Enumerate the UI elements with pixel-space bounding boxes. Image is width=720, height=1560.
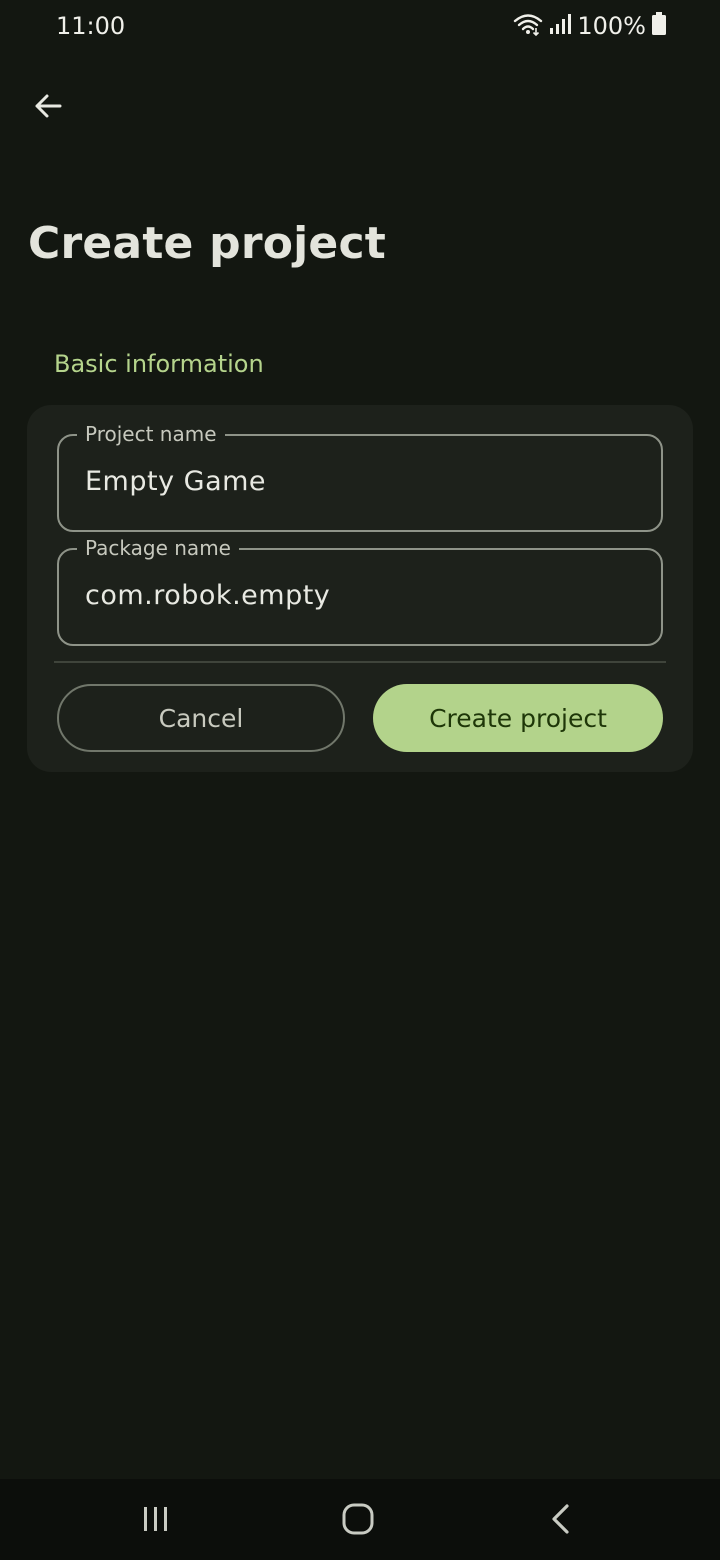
project-name-value[interactable]: Empty Game [85,466,266,497]
home-icon [342,1503,374,1539]
create-project-button[interactable]: Create project [373,684,663,752]
cancel-button[interactable]: Cancel [57,684,345,752]
wifi-icon [513,12,543,40]
status-icons: 100% [513,12,666,40]
status-time: 11:00 [56,12,126,40]
package-name-value[interactable]: com.robok.empty [85,580,330,611]
signal-icon [549,12,572,40]
battery-icon [652,12,666,40]
package-name-label: Package name [77,534,239,562]
create-project-screen: 11:00 100% Create project Basic informat… [0,0,720,1560]
recents-icon [141,1505,171,1537]
page-title: Create project [28,218,386,269]
back-button[interactable] [26,86,70,130]
arrow-left-icon [33,91,63,125]
status-bar: 11:00 100% [0,0,720,54]
nav-back-button[interactable] [530,1499,590,1543]
section-label: Basic information [54,350,264,378]
recents-button[interactable] [126,1499,186,1543]
battery-percent: 100% [577,12,646,40]
home-button[interactable] [328,1499,388,1543]
divider [54,661,666,663]
basic-information-card: Project name Empty Game Package name com… [27,405,693,772]
project-name-field[interactable]: Project name Empty Game [57,420,663,532]
project-name-label: Project name [77,420,225,448]
back-icon [549,1503,571,1539]
package-name-field[interactable]: Package name com.robok.empty [57,534,663,646]
navigation-bar [0,1479,720,1560]
